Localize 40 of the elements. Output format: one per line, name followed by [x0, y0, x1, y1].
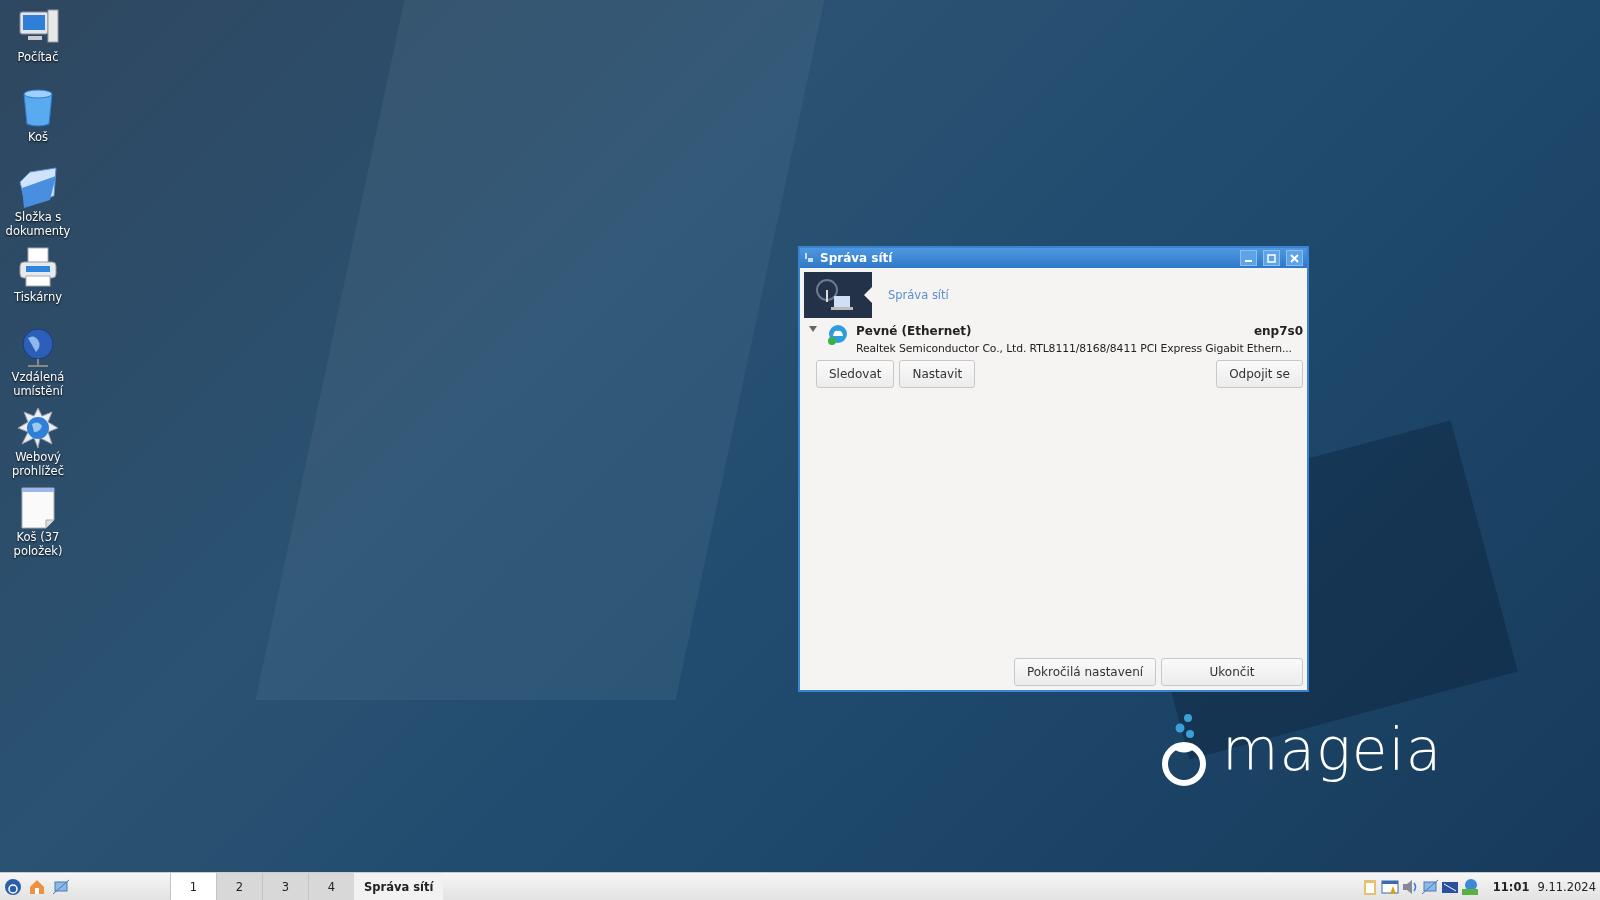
network-banner-icon — [804, 272, 872, 318]
clock-date: 9.11.2024 — [1537, 879, 1597, 894]
device-action-button[interactable]: Sledovat — [816, 360, 895, 388]
desktop-icon-label[interactable]: Počítač — [17, 50, 59, 64]
desktop-icon-label[interactable]: Koš — [28, 130, 48, 144]
speaker-icon[interactable] — [1400, 877, 1419, 896]
desktop-icon-label[interactable]: Koš (37 položek) — [0, 530, 76, 558]
device-action-button[interactable]: Odpojit se — [1216, 360, 1303, 388]
workspace-button[interactable]: 2 — [216, 873, 262, 900]
ethernet-icon — [826, 324, 848, 346]
device-name: Pevné (Ethernet) — [856, 324, 972, 338]
logo-text: mageia — [1222, 716, 1443, 784]
dialog-button[interactable]: Pokročilá nastavení — [1014, 658, 1156, 686]
header-title: Správa sítí — [888, 288, 949, 302]
device-interface: enp7s0 — [1253, 324, 1303, 338]
minimize-icon — [1245, 260, 1252, 262]
desktop-icon-label[interactable]: Vzdálená umístění — [0, 370, 76, 398]
device-action-button[interactable]: Nastavit — [899, 360, 976, 388]
desktop-icon-label[interactable]: Složka s dokumenty — [0, 210, 76, 238]
workspace-button[interactable]: 1 — [170, 873, 216, 900]
device-description: Realtek Semiconductor Co., Ltd. RTL8111/8168/8411 PCI Express Gigabit Ethern... — [856, 342, 1293, 355]
task-button[interactable]: Správa sítí — [354, 873, 444, 900]
clock-time: 11:01 — [1492, 879, 1531, 894]
printer-icon[interactable] — [16, 246, 60, 290]
desktop-icon-label[interactable]: Tiskárny — [14, 290, 62, 304]
menu-icon[interactable] — [4, 877, 22, 896]
monitor-icon[interactable] — [1380, 877, 1399, 896]
workspace-button[interactable]: 3 — [262, 873, 308, 900]
window-title: Správa sítí — [820, 251, 894, 265]
window-icon — [804, 252, 814, 264]
minimize-button[interactable] — [1240, 250, 1257, 266]
expand-arrow-icon[interactable] — [808, 324, 818, 334]
browser-icon[interactable] — [16, 406, 60, 450]
maximize-icon — [1267, 253, 1276, 263]
workspace-button[interactable]: 4 — [308, 873, 354, 900]
desktop-icon-label[interactable]: Webový prohlížeč — [0, 450, 76, 478]
folder-icon[interactable] — [16, 166, 60, 210]
close-button[interactable] — [1286, 250, 1303, 266]
close-icon — [1290, 253, 1299, 263]
dialog-button[interactable]: Ukončit — [1161, 658, 1303, 686]
